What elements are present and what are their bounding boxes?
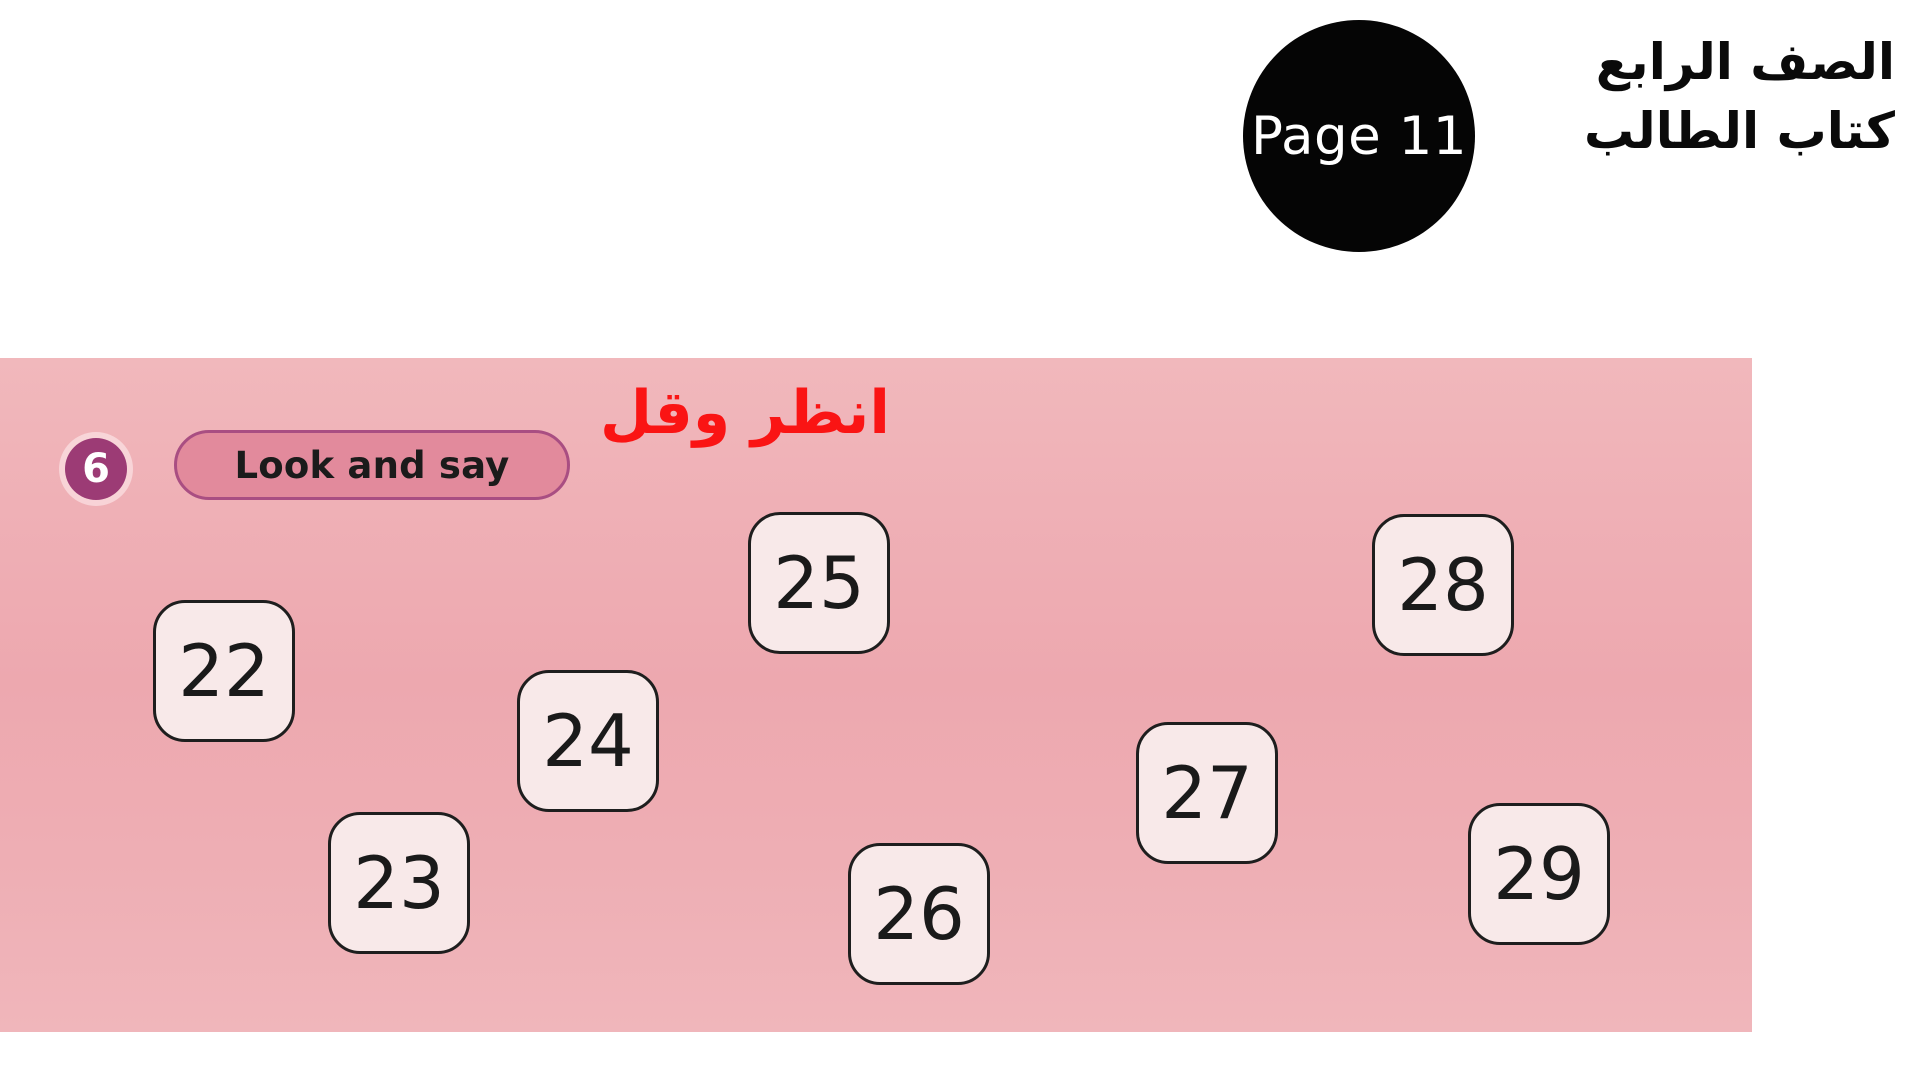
number-tile-label: 27 <box>1161 751 1253 835</box>
header-book-label: كتاب الطالب <box>1583 102 1895 160</box>
number-tile[interactable]: 28 <box>1372 514 1514 656</box>
number-tile-label: 29 <box>1493 832 1585 916</box>
number-tile[interactable]: 22 <box>153 600 295 742</box>
page-header: Page 11 الصف الرابع كتاب الطالب <box>0 0 1920 300</box>
exercise-number-badge: 6 <box>65 438 127 500</box>
number-tile[interactable]: 23 <box>328 812 470 954</box>
number-tile-label: 22 <box>178 629 270 713</box>
number-tile-label: 26 <box>873 872 965 956</box>
number-tile[interactable]: 29 <box>1468 803 1610 945</box>
header-arabic-titles: الصف الرابع كتاب الطالب <box>1505 28 1895 166</box>
instruction-pill-label: Look and say <box>234 443 510 487</box>
number-tile[interactable]: 27 <box>1136 722 1278 864</box>
number-tile[interactable]: 26 <box>848 843 990 985</box>
instruction-arabic-label: انظر وقل <box>600 378 890 448</box>
number-tile[interactable]: 24 <box>517 670 659 812</box>
number-tile-label: 28 <box>1397 543 1489 627</box>
instruction-pill: Look and say <box>174 430 570 500</box>
number-tile[interactable]: 25 <box>748 512 890 654</box>
page-number-badge: Page 11 <box>1243 20 1475 252</box>
worksheet-page: Page 11 الصف الرابع كتاب الطالب 6 Look a… <box>0 0 1920 1080</box>
header-grade-label: الصف الرابع <box>1595 33 1895 91</box>
page-number-label: Page 11 <box>1250 105 1468 167</box>
number-tile-label: 24 <box>542 699 634 783</box>
number-tile-label: 23 <box>353 841 445 925</box>
number-tile-label: 25 <box>773 541 865 625</box>
exercise-number-label: 6 <box>82 446 110 492</box>
